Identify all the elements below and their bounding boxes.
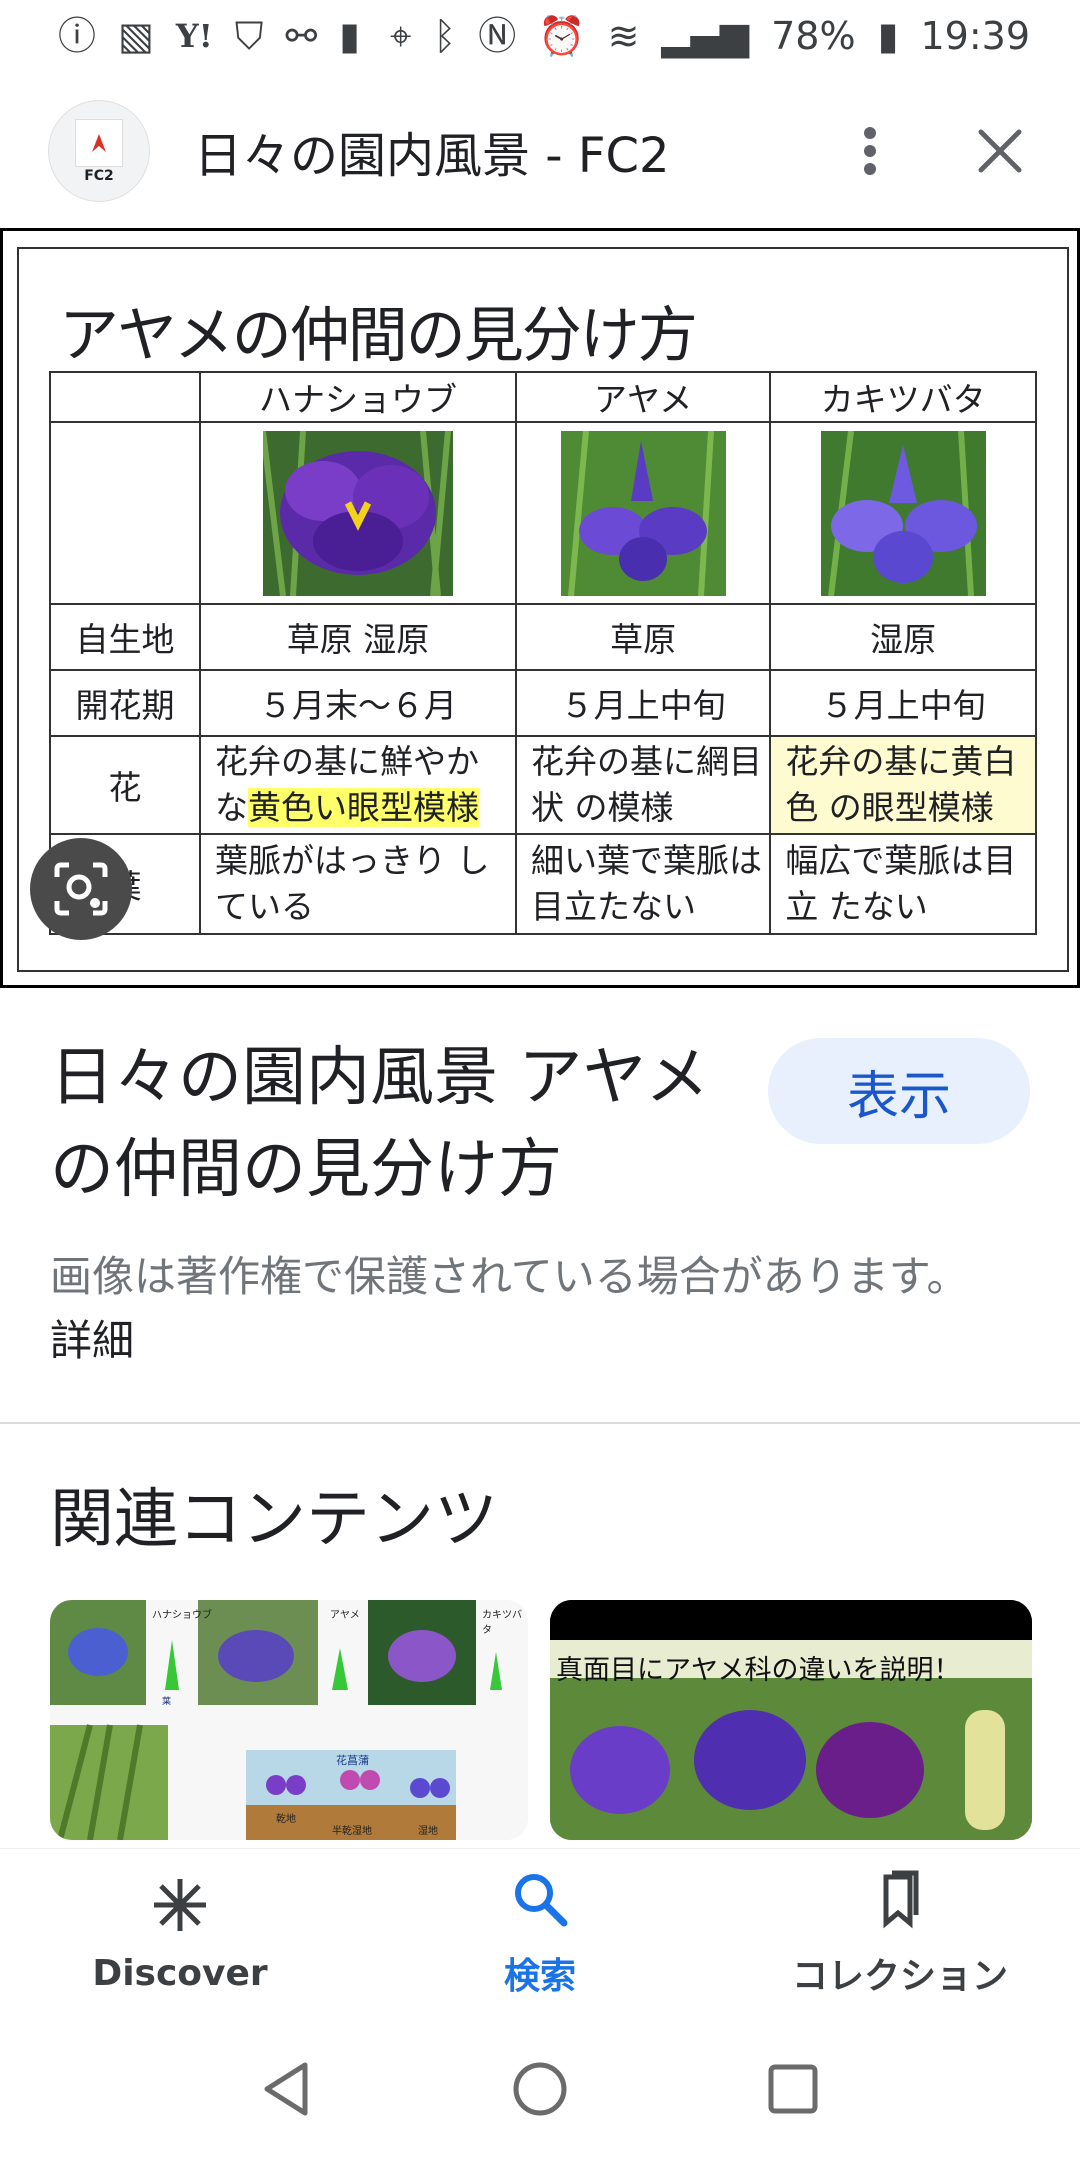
back-icon <box>264 2062 308 2116</box>
signal-icon: ▂▄▆ <box>661 14 750 58</box>
related-card[interactable]: 真面目にアヤメ科の違いを説明！ <box>550 1600 1032 1840</box>
viewer-header: FC2 日々の園内風景 - FC2 <box>0 72 1080 230</box>
lens-search-button[interactable] <box>30 838 132 940</box>
hanashobu-photo <box>259 430 453 596</box>
divider <box>0 1422 1080 1424</box>
asterisk-icon <box>150 1875 210 1945</box>
row-label: 花 <box>49 735 201 835</box>
related-card[interactable]: ハナショウブ アヤメ カキツバタ 葉 花菖蒲 乾地 半乾湿地 湿地 <box>50 1600 528 1840</box>
bookmark-icon <box>870 1869 930 1939</box>
back-button[interactable] <box>247 2049 327 2129</box>
card-caption: 真面目にアヤメ科の違いを説明！ <box>556 1655 961 1686</box>
battery-plus-icon: ▮ <box>339 14 361 58</box>
status-bar: ⓘ ▧ Y! ⛉ ⚯ ▮ ⌖ ᛒ Ⓝ ⏰ ≋ ▂▄▆ 78% ▮ 19:39 <box>0 0 1080 72</box>
bluetooth-icon: ᛒ <box>433 14 457 58</box>
battery-percent: 78% <box>771 14 856 58</box>
column-header: カキツバタ <box>769 371 1037 423</box>
table-cell: 花弁の基に鮮やか な黄色い眼型模様 <box>199 735 517 835</box>
nav-collections[interactable]: コレクション <box>720 1849 1080 2019</box>
close-icon[interactable] <box>960 111 1040 191</box>
more-options-icon[interactable] <box>840 121 900 181</box>
wifi-icon: ≋ <box>607 14 640 58</box>
recents-icon <box>768 2064 818 2114</box>
nav-search[interactable]: 検索 <box>360 1849 720 2019</box>
column-header: ハナショウブ <box>199 371 517 423</box>
ayame-photo <box>560 430 726 596</box>
related-heading: 関連コンテンツ <box>50 1483 498 1557</box>
related-thumbnail <box>550 1600 1032 1840</box>
source-title[interactable]: 日々の園内風景 - FC2 <box>194 116 840 186</box>
table-cell: 花弁の基に黄白色 の眼型模様 <box>769 735 1037 835</box>
table-cell: 湿原 <box>769 603 1037 671</box>
app-icon: ▧ <box>118 14 154 58</box>
battery-icon: ▮ <box>877 14 899 58</box>
table-cell: 細い葉で葉脈は 目立たない <box>514 833 772 935</box>
location-icon: ⌖ <box>390 14 412 58</box>
system-navigation <box>0 2018 1080 2160</box>
clock: 19:39 <box>920 14 1030 58</box>
details-link[interactable]: 詳細 <box>50 1316 134 1365</box>
info-icon: ⓘ <box>58 14 97 58</box>
result-title[interactable]: 日々の園内風景 アヤメの仲間の見分け方 <box>50 1032 710 1216</box>
view-button[interactable]: 表示 <box>768 1038 1030 1144</box>
nfc-icon: Ⓝ <box>478 14 517 58</box>
row-label: 自生地 <box>49 603 201 671</box>
table-cell: ５月末～６月 <box>199 669 517 737</box>
bottom-navigation: Discover 検索 コレクション <box>0 1848 1080 2019</box>
preview-image[interactable]: アヤメの仲間の見分け方 ハナショウブ アヤメ カキツバタ 自生地 草原 湿原 草… <box>0 228 1080 988</box>
link-icon: ⚯ <box>285 14 318 58</box>
table-cell: ５月上中旬 <box>769 669 1037 737</box>
table-cell: ５月上中旬 <box>514 669 772 737</box>
table-cell: 花弁の基に網目状 の模様 <box>514 735 772 835</box>
comparison-chart: アヤメの仲間の見分け方 ハナショウブ アヤメ カキツバタ 自生地 草原 湿原 草… <box>17 247 1069 972</box>
comparison-table: ハナショウブ アヤメ カキツバタ 自生地 草原 湿原 草原 湿原 開花期 ５月末… <box>49 371 1037 935</box>
alarm-icon: ⏰ <box>538 14 586 58</box>
table-cell: 幅広で葉脈は目立 たない <box>769 833 1037 935</box>
recents-button[interactable] <box>753 2049 833 2129</box>
yahoo-icon: Y! <box>175 17 213 55</box>
lens-icon <box>54 862 108 916</box>
fc2-logo-icon <box>75 118 123 167</box>
image-heading: アヤメの仲間の見分け方 <box>59 301 698 371</box>
copyright-notice: 画像は著作権で保護されている場合があります。 詳細 <box>50 1252 969 1365</box>
table-cell: 草原 <box>514 603 772 671</box>
table-cell: 草原 湿原 <box>199 603 517 671</box>
related-thumbnail <box>50 1600 528 1840</box>
kakitsubata-photo <box>820 430 986 596</box>
row-label: 開花期 <box>49 669 201 737</box>
table-cell: 葉脈がはっきり している <box>199 833 517 935</box>
logo-text: FC2 <box>84 167 114 184</box>
nav-label: 検索 <box>503 1956 576 1997</box>
nav-discover[interactable]: Discover <box>0 1849 360 2019</box>
site-logo[interactable]: FC2 <box>48 100 150 202</box>
search-icon <box>510 1869 570 1939</box>
shield-icon: ⛉ <box>234 14 264 58</box>
nav-label: コレクション <box>791 1956 1008 1997</box>
nav-label: Discover <box>92 1952 268 1994</box>
home-icon <box>513 2062 567 2116</box>
column-header: アヤメ <box>514 371 772 423</box>
home-button[interactable] <box>500 2049 580 2129</box>
